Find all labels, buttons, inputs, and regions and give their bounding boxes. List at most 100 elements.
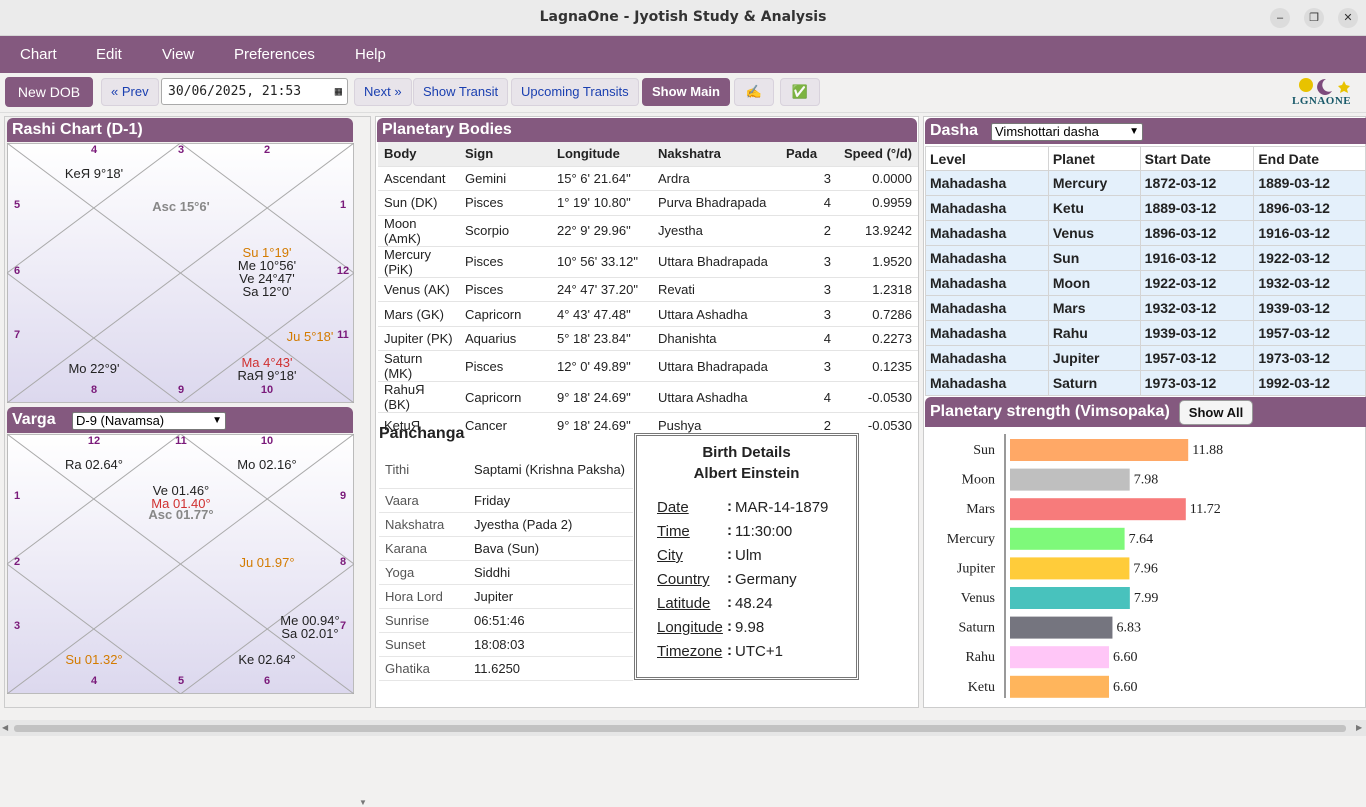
column-header: Nakshatra bbox=[652, 142, 780, 166]
show-all-button[interactable]: Show All bbox=[1179, 400, 1253, 425]
datetime-input[interactable]: 30/06/2025, 21:53 ▦ bbox=[161, 78, 348, 105]
rashi-chart-title: Rashi Chart (D-1) bbox=[7, 118, 353, 142]
left-scrollbar[interactable]: ▼ bbox=[356, 118, 369, 807]
rashi-sign-label: 2 bbox=[264, 144, 270, 156]
dasha-cell: Mahadasha bbox=[925, 320, 1049, 346]
bar-category-label: Moon bbox=[962, 473, 995, 488]
rashi-sign-label: 9 bbox=[178, 384, 184, 396]
scroll-right-icon[interactable]: ▶ bbox=[1356, 723, 1362, 732]
menu-preferences[interactable]: Preferences bbox=[234, 46, 315, 63]
dasha-row[interactable]: Mahadasha Mars 1932-03-12 1939-03-12 bbox=[925, 295, 1366, 321]
varga-planet: Ke 02.64° bbox=[238, 652, 295, 667]
table-cell: Ardra bbox=[652, 165, 780, 191]
panchanga-value: Bava (Sun) bbox=[468, 536, 633, 561]
table-row[interactable]: Mercury (PiK) Pisces 10° 56' 33.12" Uttara … bbox=[378, 245, 918, 278]
menu-chart[interactable]: Chart bbox=[20, 46, 57, 63]
table-cell: Moon (AmK) bbox=[378, 214, 459, 247]
maximize-icon[interactable]: ❐ bbox=[1304, 8, 1324, 28]
dasha-cell: Mahadasha bbox=[925, 345, 1049, 371]
strength-chart: Sun 11.88 Moon 7.98 Mars 11.72 Mercury 7.64 Jupi… bbox=[947, 434, 1223, 698]
show-transit-button[interactable]: Show Transit bbox=[413, 78, 509, 106]
scrollbar-thumb[interactable] bbox=[14, 725, 1346, 732]
planetary-bodies-table: Body Sign Longitude Nakshatra Pada Speed… bbox=[378, 142, 918, 438]
menu-edit[interactable]: Edit bbox=[96, 46, 122, 63]
scroll-left-icon[interactable]: ◀ bbox=[2, 723, 8, 732]
varga-sign-label: 8 bbox=[340, 556, 346, 568]
table-row[interactable]: Ascendant Gemini 15° 6' 21.64" Ardra 3 0.0000 bbox=[378, 165, 918, 191]
table-cell: 2 bbox=[780, 214, 837, 247]
table-cell: RahuЯ (BK) bbox=[378, 381, 459, 413]
varga-planet: Ra 02.64° bbox=[65, 457, 123, 472]
table-cell: 10° 56' 33.12" bbox=[551, 245, 652, 278]
dasha-cell: Moon bbox=[1047, 270, 1141, 296]
varga-sign-label: 12 bbox=[88, 435, 100, 447]
bar-category-label: Sun bbox=[973, 443, 995, 458]
rashi-sign-label: 7 bbox=[14, 329, 20, 341]
panchanga-row: Nakshatra Jyestha (Pada 2) bbox=[379, 512, 633, 537]
dasha-row[interactable]: Mahadasha Mercury 1872-03-12 1889-03-12 bbox=[925, 170, 1366, 196]
dasha-cell: Mahadasha bbox=[925, 195, 1049, 221]
dasha-row[interactable]: Mahadasha Rahu 1939-03-12 1957-03-12 bbox=[925, 320, 1366, 346]
dasha-cell: Mahadasha bbox=[925, 270, 1049, 296]
bar-value-label: 6.83 bbox=[1116, 621, 1141, 636]
table-row[interactable]: Venus (AK) Pisces 24° 47' 37.20" Revati 3 1.2… bbox=[378, 276, 918, 302]
new-dob-button[interactable]: New DOB bbox=[5, 77, 93, 107]
column-header: Level bbox=[925, 146, 1049, 171]
dasha-cell: Saturn bbox=[1047, 370, 1141, 396]
table-row[interactable]: Saturn (MK) Pisces 12° 0' 49.89" Uttara Bha… bbox=[378, 350, 918, 382]
rashi-planet: RaЯ 9°18' bbox=[238, 368, 297, 383]
dasha-cell: 1916-03-12 bbox=[1139, 245, 1255, 271]
panchanga-row: Karana Bava (Sun) bbox=[379, 536, 633, 561]
dasha-select[interactable]: Vimshottari dasha ▼ bbox=[991, 123, 1143, 141]
dasha-cell: 1957-03-12 bbox=[1253, 320, 1366, 346]
panchanga-value: Saptami (Krishna Paksha) bbox=[468, 452, 633, 489]
dasha-cell: 1896-03-12 bbox=[1253, 195, 1366, 221]
prev-button[interactable]: « Prev bbox=[101, 78, 159, 106]
close-icon[interactable]: ✕ bbox=[1338, 8, 1358, 28]
dasha-cell: 1922-03-12 bbox=[1139, 270, 1255, 296]
birth-field-label: Time bbox=[657, 523, 690, 540]
check-icon[interactable]: ✅ bbox=[780, 78, 820, 106]
table-row[interactable]: Sun (DK) Pisces 1° 19' 10.80" Purva Bhadrap… bbox=[378, 190, 918, 216]
chevron-down-icon: ▼ bbox=[212, 415, 222, 426]
birth-field-separator: : bbox=[727, 642, 732, 659]
rashi-planet: Mo 22°9' bbox=[68, 361, 119, 376]
calendar-icon[interactable]: ▦ bbox=[335, 79, 342, 104]
rashi-chart[interactable]: 4 3 2 5 1 6 12 7 11 8 9 10 KeЯ 9°18' Asc… bbox=[7, 143, 354, 403]
dasha-row[interactable]: Mahadasha Sun 1916-03-12 1922-03-12 bbox=[925, 245, 1366, 271]
table-cell: Dhanishta bbox=[652, 325, 780, 351]
window-titlebar: LagnaOne - Jyotish Study & Analysis – ❐ … bbox=[0, 0, 1366, 36]
table-row[interactable]: RahuЯ (BK) Capricorn 9° 18' 24.69" Uttara A… bbox=[378, 381, 918, 413]
birth-details-title: Birth Details bbox=[702, 444, 791, 461]
rashi-sign-label: 8 bbox=[91, 384, 97, 396]
varga-chart[interactable]: 12 11 10 1 9 2 8 3 7 4 5 6 Ra 02.64° Mo … bbox=[7, 434, 354, 694]
table-cell: Mars (GK) bbox=[378, 301, 459, 327]
minimize-icon[interactable]: – bbox=[1270, 8, 1290, 28]
upcoming-transits-button[interactable]: Upcoming Transits bbox=[511, 78, 639, 106]
next-button[interactable]: Next » bbox=[354, 78, 412, 106]
table-row[interactable]: Mars (GK) Capricorn 4° 43' 47.48" Uttara As… bbox=[378, 301, 918, 327]
dasha-cell: 1939-03-12 bbox=[1139, 320, 1255, 346]
dasha-cell: 1992-03-12 bbox=[1253, 370, 1366, 396]
column-header: Longitude bbox=[551, 142, 652, 166]
birth-field-value: 11:30:00 bbox=[735, 523, 793, 540]
show-main-button[interactable]: Show Main bbox=[642, 78, 730, 106]
dasha-row[interactable]: Mahadasha Saturn 1973-03-12 1992-03-12 bbox=[925, 370, 1366, 396]
horizontal-scrollbar[interactable]: ◀ ▶ bbox=[0, 720, 1366, 736]
dasha-row[interactable]: Mahadasha Jupiter 1957-03-12 1973-03-12 bbox=[925, 345, 1366, 371]
menu-help[interactable]: Help bbox=[355, 46, 386, 63]
write-icon[interactable]: ✍ bbox=[734, 78, 774, 106]
dasha-row[interactable]: Mahadasha Moon 1922-03-12 1932-03-12 bbox=[925, 270, 1366, 296]
dasha-row[interactable]: Mahadasha Ketu 1889-03-12 1896-03-12 bbox=[925, 195, 1366, 221]
table-row[interactable]: Moon (AmK) Scorpio 22° 9' 29.96" Jyestha 2 13… bbox=[378, 214, 918, 247]
menu-view[interactable]: View bbox=[162, 46, 194, 63]
table-cell: Ascendant bbox=[378, 165, 459, 191]
panchanga-value: Jupiter bbox=[468, 584, 633, 609]
bar-value-label: 11.72 bbox=[1190, 502, 1221, 517]
dasha-row[interactable]: Mahadasha Venus 1896-03-12 1916-03-12 bbox=[925, 220, 1366, 246]
table-row[interactable]: Jupiter (PK) Aquarius 5° 18' 23.84" Dhanish… bbox=[378, 325, 918, 351]
varga-select[interactable]: D-9 (Navamsa) ▼ bbox=[72, 412, 226, 430]
bar-category-label: Jupiter bbox=[957, 561, 995, 576]
strength-bar bbox=[1010, 527, 1125, 550]
birth-field-separator: : bbox=[727, 546, 732, 563]
